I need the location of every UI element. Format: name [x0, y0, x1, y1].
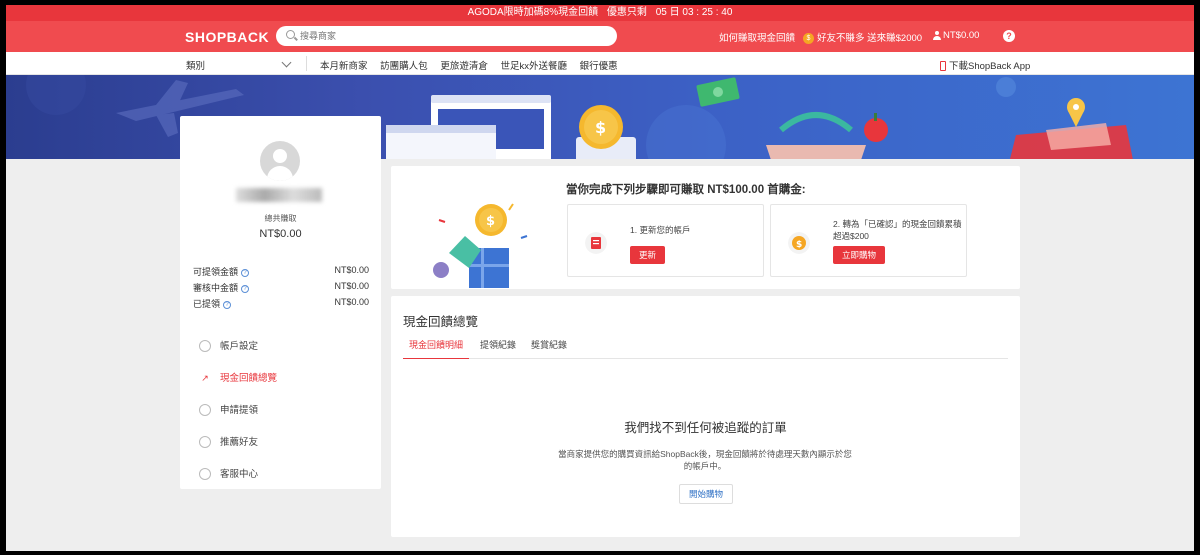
refer-friends-link[interactable]: $ 好友不賺多 送來賺$2000: [803, 30, 922, 44]
nav-divider: [306, 56, 307, 71]
menu-label: 現金回饋總覽: [220, 373, 278, 384]
withdrawable-label: 可提領金額: [193, 267, 239, 277]
shop-now-button[interactable]: 立即購物: [833, 246, 886, 264]
promo-countdown: 05 日 03 : 25 : 40: [655, 7, 733, 18]
withdrawn-row: 已提領? NT$0.00: [193, 297, 369, 310]
start-shopping-button[interactable]: 開始購物: [679, 484, 733, 504]
refer-friends-label: 好友不賺多 送來賺$2000: [817, 33, 923, 44]
total-earned-label: 總共賺取: [264, 214, 297, 223]
search-input[interactable]: [300, 29, 600, 43]
nav-item-group-buy[interactable]: 訪團購人包: [380, 61, 428, 72]
location-pin-icon: [1067, 98, 1085, 127]
pending-value: NT$0.00: [334, 281, 369, 291]
gear-icon: [199, 340, 211, 353]
svg-text:$: $: [796, 240, 802, 250]
pending-label: 審核中金額: [193, 283, 239, 293]
download-app-label: 下載ShopBack App: [949, 61, 1031, 72]
search-box[interactable]: [276, 26, 617, 46]
chart-icon: ↗: [201, 373, 209, 384]
dollar-coin-icon: $: [579, 105, 623, 149]
phone-icon: [940, 61, 946, 72]
nav-links: 本月新商家 訪團購人包 更旅遊清倉 世足kx外送餐廳 銀行優惠: [320, 58, 628, 72]
gift-box-illustration: $: [433, 203, 528, 288]
svg-text:$: $: [595, 118, 606, 137]
avatar[interactable]: [260, 141, 300, 181]
tab-cashback-details[interactable]: 現金回饋明細: [403, 339, 470, 359]
nav-item-bank-offers[interactable]: 銀行優惠: [580, 61, 618, 72]
chevron-down-icon[interactable]: [281, 57, 292, 68]
money-bill-icon: [696, 77, 740, 107]
nav-item-travel-clearance[interactable]: 更旅遊清倉: [440, 61, 488, 72]
step1-text: 1. 更新您的帳戶: [630, 225, 691, 235]
menu-item-help-center[interactable]: 客服中心: [199, 466, 259, 481]
steps-title: 當你完成下列步驟即可賺取 NT$100.00 首購金:: [566, 184, 806, 196]
withdrawable-value: NT$0.00: [334, 265, 369, 275]
dollar-coin-icon: $: [788, 232, 810, 254]
info-icon[interactable]: ?: [241, 284, 250, 293]
search-icon: [286, 30, 295, 39]
update-button[interactable]: 更新: [630, 246, 666, 264]
top-header: SHOPBACK 如何賺取現金回饋 $好友不賺多 送來賺$2000 NT$0.0…: [6, 21, 1194, 52]
clipboard-icon: [585, 232, 607, 254]
menu-label: 推薦好友: [220, 437, 259, 448]
help-icon[interactable]: ?: [1003, 30, 1015, 42]
menu-item-withdraw[interactable]: 申請提領: [199, 402, 259, 417]
user-icon: [933, 30, 941, 40]
promo-countdown-label: 優惠只剩: [606, 7, 647, 18]
withdrawn-value: NT$0.00: [334, 297, 369, 307]
redacted-username: [236, 188, 322, 202]
shopback-logo[interactable]: SHOPBACK: [185, 29, 269, 45]
question-icon: [199, 468, 211, 481]
wallet-icon: [199, 404, 211, 417]
tab-withdrawal-history[interactable]: 提領紀錄: [480, 339, 516, 359]
svg-text:$: $: [486, 214, 495, 229]
first-purchase-steps-card: $ 當你完成下列步驟即可賺取 NT$100.00 首購金: 1. 更新您的帳戶 …: [391, 166, 1020, 289]
total-earned-value: NT$0.00: [259, 228, 302, 240]
promo-text: AGODA限時加碼8%現金回饋: [467, 7, 599, 18]
menu-item-cashback-overview[interactable]: ↗ 現金回饋總覽: [199, 370, 277, 384]
tab-reward-history[interactable]: 獎賞紀錄: [531, 339, 567, 359]
withdrawable-row: 可提領金額? NT$0.00: [193, 265, 369, 278]
category-dropdown[interactable]: 類別: [186, 58, 205, 72]
account-balance-link[interactable]: NT$0.00: [933, 30, 979, 41]
account-sidebar: 總共賺取 NT$0.00 可提領金額? NT$0.00 審核中金額? NT$0.…: [180, 116, 381, 489]
empty-state-description: 當商家提供您的購買資訊給ShopBack後，現金回饋將於待處理天數內顯示於您的帳…: [558, 449, 852, 471]
overview-tabs: 現金回饋明細 提領紀錄 獎賞紀錄: [403, 339, 1008, 359]
withdrawn-label: 已提領: [193, 299, 221, 309]
step2-text: 2. 轉為「已確認」的現金回饋累積超過$200: [833, 219, 962, 241]
how-to-earn-link[interactable]: 如何賺取現金回饋: [719, 30, 795, 44]
info-icon[interactable]: ?: [241, 268, 250, 277]
cashback-overview-card: 現金回饋總覽 現金回饋明細 提領紀錄 獎賞紀錄 我們找不到任何被追蹤的訂單 當商…: [391, 296, 1020, 537]
menu-item-account-settings[interactable]: 帳戶設定: [199, 338, 259, 353]
shopping-basket-icon: [766, 112, 888, 159]
nav-item-new-merchants[interactable]: 本月新商家: [320, 61, 368, 72]
nav-bar: 類別 本月新商家 訪團購人包 更旅遊清倉 世足kx外送餐廳 銀行優惠 下載Sho…: [6, 52, 1194, 75]
pending-row: 審核中金額? NT$0.00: [193, 281, 369, 294]
promo-bar[interactable]: AGODA限時加碼8%現金回饋 優惠只剩 05 日 03 : 25 : 40: [6, 5, 1194, 21]
friends-icon: [199, 436, 211, 449]
page-frame: AGODA限時加碼8%現金回饋 優惠只剩 05 日 03 : 25 : 40 S…: [6, 5, 1194, 551]
menu-label: 帳戶設定: [220, 341, 259, 352]
step-earn-cashback: $ 2. 轉為「已確認」的現金回饋累積超過$200 立即購物: [770, 204, 967, 277]
coin-icon: $: [803, 32, 814, 44]
nav-item-food-delivery[interactable]: 世足kx外送餐廳: [500, 61, 567, 72]
menu-label: 客服中心: [220, 469, 259, 480]
account-balance: NT$0.00: [943, 30, 980, 41]
download-app-link[interactable]: 下載ShopBack App: [940, 58, 1030, 72]
menu-label: 申請提領: [220, 405, 259, 416]
menu-item-refer-friends[interactable]: 推薦好友: [199, 434, 259, 449]
step-update-account: 1. 更新您的帳戶 更新: [567, 204, 764, 277]
info-icon[interactable]: ?: [223, 300, 232, 309]
overview-title: 現金回饋總覽: [403, 315, 479, 329]
empty-state-title: 我們找不到任何被追蹤的訂單: [624, 421, 787, 435]
